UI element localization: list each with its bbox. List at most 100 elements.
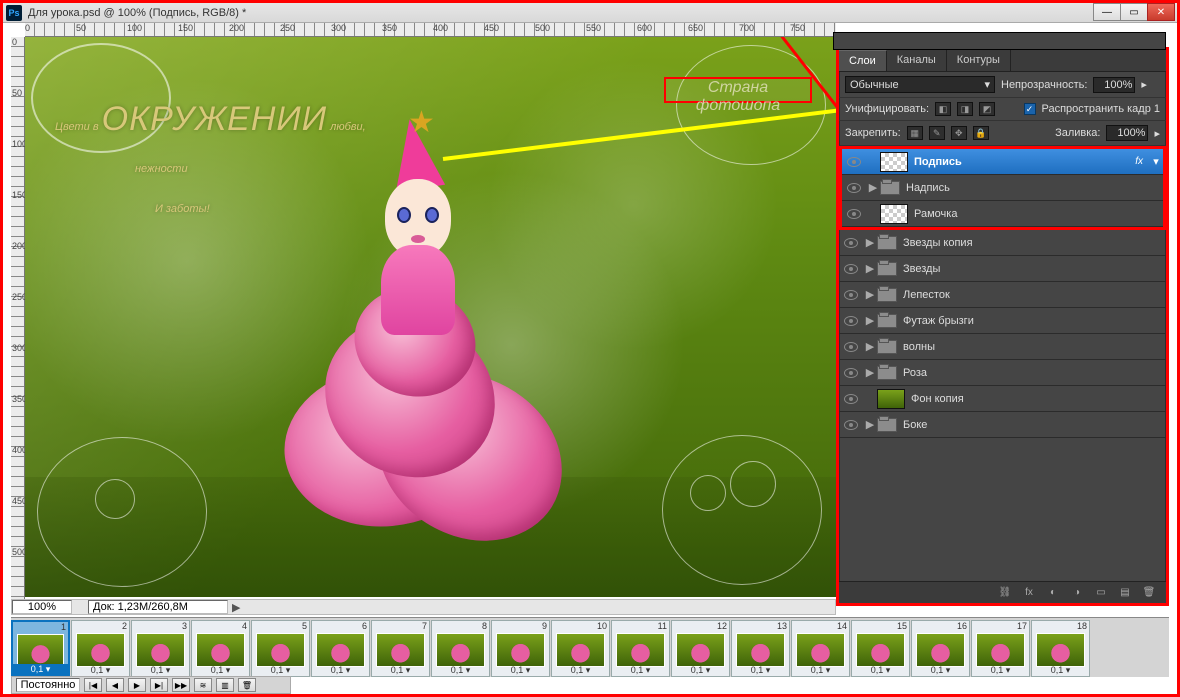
tab-paths[interactable]: Контуры — [947, 50, 1011, 71]
new-frame-button[interactable]: ▥ — [216, 678, 234, 692]
tab-layers[interactable]: Слои — [839, 50, 887, 71]
lock-move-icon[interactable]: ✥ — [951, 126, 967, 140]
frame-duration[interactable]: 0,1 ▾ — [672, 665, 729, 676]
layer-row[interactable]: ▶Надпись — [842, 175, 1163, 201]
layer-row[interactable]: Подписьfx▾ — [842, 149, 1163, 175]
visibility-toggle[interactable] — [842, 157, 866, 167]
animation-timeline[interactable]: 10,1 ▾20,1 ▾30,1 ▾40,1 ▾50,1 ▾60,1 ▾70,1… — [11, 617, 1169, 677]
blend-mode-select[interactable]: Обычные▾ — [845, 76, 995, 93]
chevron-right-icon[interactable]: ▶ — [232, 601, 240, 614]
frame-duration[interactable]: 0,1 ▾ — [972, 665, 1029, 676]
visibility-toggle[interactable] — [839, 394, 863, 404]
docinfo-field[interactable]: Док: 1,23M/260,8M — [88, 600, 228, 614]
timeline-frame[interactable]: 50,1 ▾ — [251, 620, 310, 677]
opacity-field[interactable]: 100% — [1093, 77, 1135, 93]
timeline-frame[interactable]: 10,1 ▾ — [11, 620, 70, 677]
layer-row[interactable]: ▶Футаж брызги — [839, 308, 1166, 334]
folder-toggle-icon[interactable]: ▶ — [863, 314, 877, 327]
timeline-frame[interactable]: 180,1 ▾ — [1031, 620, 1090, 677]
close-button[interactable]: ✕ — [1147, 3, 1175, 21]
timeline-frame[interactable]: 80,1 ▾ — [431, 620, 490, 677]
timeline-frame[interactable]: 120,1 ▾ — [671, 620, 730, 677]
chevron-right-icon[interactable]: ▸ — [1141, 78, 1147, 91]
folder-toggle-icon[interactable]: ▶ — [863, 262, 877, 275]
layer-row[interactable]: ▶Звезды копия — [839, 230, 1166, 256]
last-frame-button[interactable]: ▶▶ — [172, 678, 190, 692]
visibility-toggle[interactable] — [839, 342, 863, 352]
visibility-toggle[interactable] — [839, 238, 863, 248]
next-frame-button[interactable]: ▶| — [150, 678, 168, 692]
timeline-frame[interactable]: 130,1 ▾ — [731, 620, 790, 677]
visibility-toggle[interactable] — [842, 183, 866, 193]
visibility-toggle[interactable] — [839, 368, 863, 378]
link-layers-icon[interactable]: ⛓ — [996, 585, 1014, 601]
lock-trans-icon[interactable]: ▦ — [907, 126, 923, 140]
unify-position-icon[interactable]: ◧ — [935, 102, 951, 116]
timeline-frame[interactable]: 20,1 ▾ — [71, 620, 130, 677]
visibility-toggle[interactable] — [839, 420, 863, 430]
layer-row[interactable]: ▶волны — [839, 334, 1166, 360]
timeline-frame[interactable]: 170,1 ▾ — [971, 620, 1030, 677]
frame-duration[interactable]: 0,1 ▾ — [1032, 665, 1089, 676]
visibility-toggle[interactable] — [839, 264, 863, 274]
frame-duration[interactable]: 0,1 ▾ — [312, 665, 369, 676]
tab-channels[interactable]: Каналы — [887, 50, 947, 71]
timeline-frame[interactable]: 150,1 ▾ — [851, 620, 910, 677]
new-group-icon[interactable]: ▭ — [1092, 585, 1110, 601]
delete-layer-icon[interactable]: 🗑 — [1140, 585, 1158, 601]
unify-visibility-icon[interactable]: ◨ — [957, 102, 973, 116]
folder-toggle-icon[interactable]: ▶ — [863, 236, 877, 249]
timeline-frame[interactable]: 60,1 ▾ — [311, 620, 370, 677]
timeline-frame[interactable]: 40,1 ▾ — [191, 620, 250, 677]
timeline-frame[interactable]: 90,1 ▾ — [491, 620, 550, 677]
frame-duration[interactable]: 0,1 ▾ — [912, 665, 969, 676]
layer-row[interactable]: Фон копия — [839, 386, 1166, 412]
timeline-frame[interactable]: 70,1 ▾ — [371, 620, 430, 677]
minimize-button[interactable]: — — [1093, 3, 1121, 21]
layer-row[interactable]: ▶Звезды — [839, 256, 1166, 282]
frame-duration[interactable]: 0,1 ▾ — [552, 665, 609, 676]
new-layer-icon[interactable]: ▤ — [1116, 585, 1134, 601]
frame-duration[interactable]: 0,1 ▾ — [792, 665, 849, 676]
frame-duration[interactable]: 0,1 ▾ — [852, 665, 909, 676]
panel-drag-handle[interactable] — [833, 32, 1166, 50]
maximize-button[interactable]: ▭ — [1120, 3, 1148, 21]
folder-toggle-icon[interactable]: ▶ — [863, 366, 877, 379]
folder-toggle-icon[interactable]: ▶ — [863, 418, 877, 431]
fx-icon[interactable]: fx — [1020, 585, 1038, 601]
unify-style-icon[interactable]: ◩ — [979, 102, 995, 116]
play-button[interactable]: ▶ — [128, 678, 146, 692]
frame-duration[interactable]: 0,1 ▾ — [612, 665, 669, 676]
layer-row[interactable]: ▶Боке — [839, 412, 1166, 438]
frame-duration[interactable]: 0,1 ▾ — [13, 664, 68, 675]
timeline-frame[interactable]: 160,1 ▾ — [911, 620, 970, 677]
loop-mode[interactable]: Постоянно — [16, 678, 80, 692]
layer-row[interactable]: ▶Лепесток — [839, 282, 1166, 308]
frame-duration[interactable]: 0,1 ▾ — [492, 665, 549, 676]
folder-toggle-icon[interactable]: ▶ — [863, 340, 877, 353]
propagate-checkbox[interactable]: ✓ — [1024, 103, 1036, 115]
first-frame-button[interactable]: |◀ — [84, 678, 102, 692]
chevron-right-icon[interactable]: ▸ — [1154, 127, 1160, 140]
delete-frame-button[interactable]: 🗑 — [238, 678, 256, 692]
layer-row[interactable]: ▶Роза — [839, 360, 1166, 386]
lock-all-icon[interactable]: 🔒 — [973, 126, 989, 140]
chevron-down-icon[interactable]: ▾ — [1149, 155, 1163, 168]
visibility-toggle[interactable] — [839, 316, 863, 326]
frame-duration[interactable]: 0,1 ▾ — [372, 665, 429, 676]
frame-duration[interactable]: 0,1 ▾ — [432, 665, 489, 676]
frame-duration[interactable]: 0,1 ▾ — [72, 665, 129, 676]
timeline-frame[interactable]: 140,1 ▾ — [791, 620, 850, 677]
visibility-toggle[interactable] — [842, 209, 866, 219]
timeline-frame[interactable]: 100,1 ▾ — [551, 620, 610, 677]
lock-paint-icon[interactable]: ✎ — [929, 126, 945, 140]
tween-button[interactable]: ≋ — [194, 678, 212, 692]
document-canvas[interactable]: Цвети в ОКРУЖЕНИИ любви, нежности И забо… — [25, 37, 836, 597]
mask-icon[interactable]: ◐ — [1044, 585, 1062, 601]
fill-field[interactable]: 100% — [1106, 125, 1148, 141]
frame-duration[interactable]: 0,1 ▾ — [132, 665, 189, 676]
frame-duration[interactable]: 0,1 ▾ — [732, 665, 789, 676]
fill-adjust-icon[interactable]: ◑ — [1068, 585, 1086, 601]
timeline-frame[interactable]: 110,1 ▾ — [611, 620, 670, 677]
folder-toggle-icon[interactable]: ▶ — [863, 288, 877, 301]
